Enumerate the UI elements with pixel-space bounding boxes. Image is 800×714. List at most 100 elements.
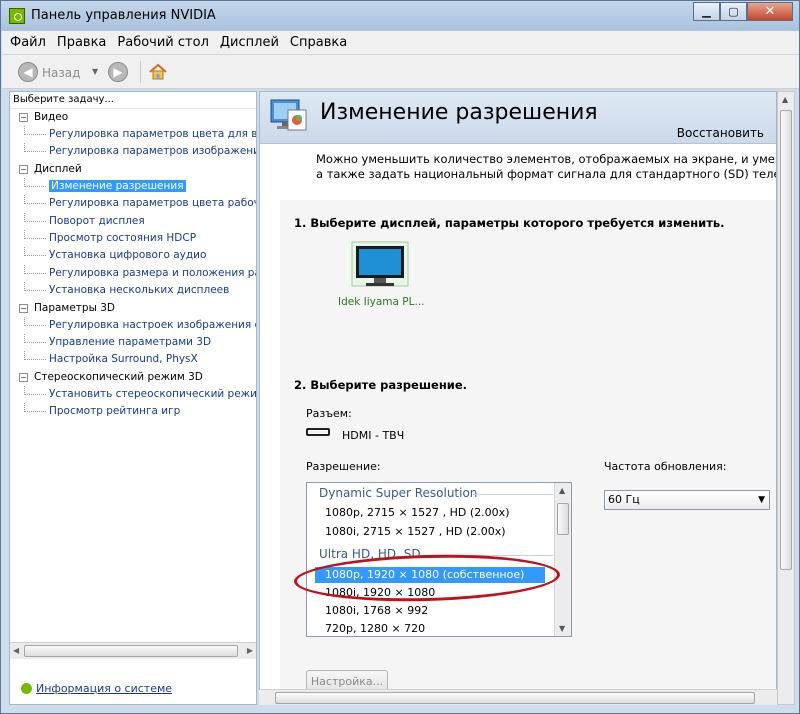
menu-display[interactable]: Дисплей — [218, 35, 281, 50]
tree-item-label: Установка нескольких дисплеев — [49, 284, 230, 297]
tree-connector — [24, 143, 46, 153]
scrollbar-thumb[interactable] — [780, 110, 792, 570]
nvidia-app-icon — [9, 8, 25, 24]
menu-desktop[interactable]: Рабочий стол — [115, 35, 210, 50]
description-line: а также задать национальный формат сигна… — [316, 167, 777, 181]
tree-item[interactable]: Регулировка параметров цвета рабочег — [10, 195, 256, 212]
forward-arrow-icon[interactable]: ▶ — [108, 62, 128, 82]
tree-connector — [24, 385, 46, 395]
tree-horizontal-scrollbar[interactable]: ◀ ▶ — [10, 642, 256, 659]
tree-connector — [24, 229, 46, 239]
close-button[interactable]: ✕ — [747, 2, 793, 21]
scroll-down-icon[interactable]: ▼ — [559, 624, 565, 633]
menu-help[interactable]: Справка — [288, 35, 349, 50]
window-title: Панель управления NVIDIA — [31, 8, 216, 23]
tree-item[interactable]: Настройка Surround, PhysX — [10, 351, 256, 368]
restore-defaults-link[interactable]: Восстановить — [677, 126, 764, 140]
collapse-icon[interactable]: − — [19, 164, 28, 174]
scrollbar-thumb[interactable] — [557, 503, 569, 535]
back-arrow-icon[interactable]: ◀ — [18, 62, 38, 82]
task-panel: Выберите задачу... − Видео Регулировка п… — [9, 91, 257, 705]
tree-item[interactable]: Управление параметрами 3D — [10, 333, 256, 351]
tree-item[interactable]: Установка нескольких дисплеев — [10, 282, 256, 299]
scroll-up-icon[interactable]: ▲ — [782, 95, 788, 104]
connector-label: Разъем: — [306, 407, 352, 420]
display-settings-icon — [270, 99, 307, 131]
tree-item[interactable]: Регулировка параметров цвета для вид — [10, 126, 256, 143]
display-name-label[interactable]: Idek Iiyama PL... — [338, 296, 425, 308]
collapse-icon[interactable]: − — [19, 372, 28, 382]
category-label: Параметры 3D — [34, 301, 115, 314]
tree-item[interactable]: Регулировка настроек изображения с п — [10, 316, 256, 334]
hdmi-connector-icon — [306, 428, 330, 436]
task-panel-header: Выберите задачу... — [13, 94, 114, 105]
tree-item[interactable]: Просмотр состояния HDCP — [10, 229, 256, 247]
tree-item-label: Регулировка параметров изображения , — [49, 145, 256, 158]
back-button-label[interactable]: Назад — [42, 66, 80, 80]
tree-category-stereoscopic-3d[interactable]: − Стереоскопический режим 3D — [10, 369, 256, 386]
refresh-rate-dropdown[interactable]: 60 Гц ▼ — [604, 490, 770, 510]
tree-connector — [24, 282, 46, 292]
resolution-row[interactable]: 720p, 1280 × 720 — [325, 622, 425, 635]
collapse-icon[interactable]: − — [19, 113, 28, 122]
tree-item-change-resolution[interactable]: Изменение разрешения — [10, 177, 256, 195]
system-info-link[interactable]: Информация о системе — [21, 682, 172, 695]
history-dropdown-icon[interactable]: ▼ — [92, 67, 98, 76]
tree-connector — [24, 195, 46, 205]
title-bar[interactable]: Панель управления NVIDIA ▁ ▢ ✕ — [1, 1, 799, 31]
tree-item[interactable]: Установка цифрового аудио — [10, 247, 256, 264]
tree-item[interactable]: Поворот дисплея — [10, 212, 256, 230]
tree-connector — [24, 212, 46, 222]
tree-item-label: Управление параметрами 3D — [49, 335, 212, 348]
tree-item-label: Регулировка параметров цвета рабочег — [49, 197, 256, 210]
menu-file[interactable]: Файл — [8, 35, 48, 50]
tree-item-label: Установка цифрового аудио — [49, 249, 207, 262]
tree-item-label: Настройка Surround, PhysX — [49, 353, 198, 366]
tree-item-label: Установить стереоскопический режим 3 — [49, 387, 256, 400]
content-vertical-scrollbar[interactable]: ▲ — [777, 91, 795, 705]
tree-item-label: Регулировка параметров цвета для вид — [49, 128, 256, 140]
tree-connector — [24, 333, 46, 343]
maximize-button[interactable]: ▢ — [720, 2, 747, 21]
tree-item[interactable]: Установить стереоскопический режим 3 — [10, 385, 256, 403]
page-description: Можно уменьшить количество элементов, от… — [316, 152, 776, 182]
resolution-label: Разрешение: — [306, 460, 381, 473]
tree-item[interactable]: Регулировка параметров изображения , — [10, 143, 256, 160]
tree-item-label: Просмотр состояния HDCP — [49, 231, 197, 244]
tree-connector — [24, 247, 46, 257]
tree-connector — [24, 264, 46, 274]
tree-connector — [24, 177, 46, 187]
tree-category-display[interactable]: − Дисплей — [10, 161, 256, 178]
resolution-row[interactable]: 1080p, 2715 × 1527 , HD (2.00x) — [325, 506, 509, 519]
tree-category-3d-settings[interactable]: − Параметры 3D — [10, 300, 256, 317]
scroll-left-icon[interactable]: ◀ — [13, 646, 19, 655]
resolution-row[interactable]: 1080i, 2715 × 1527 , HD (2.00x) — [325, 525, 506, 538]
page-title: Изменение разрешения — [320, 100, 598, 125]
scroll-up-icon[interactable]: ▲ — [559, 486, 565, 495]
minimize-button[interactable]: ▁ — [693, 2, 720, 21]
tree-category-video[interactable]: − Видео — [10, 109, 256, 126]
tree-item-label: Просмотр рейтинга игр — [49, 405, 181, 418]
tree-item-label: Поворот дисплея — [49, 214, 145, 227]
content-horizontal-scrollbar[interactable] — [259, 689, 777, 705]
tree-item[interactable]: Просмотр рейтинга игр — [10, 403, 256, 420]
home-icon[interactable] — [148, 62, 168, 82]
tree-connector — [24, 126, 46, 135]
tree-connector — [24, 403, 46, 413]
collapse-icon[interactable]: − — [19, 303, 28, 313]
resolution-row[interactable]: 1080i, 1768 × 992 — [325, 604, 428, 617]
category-label: Дисплей — [34, 162, 82, 175]
monitor-icon[interactable] — [350, 240, 410, 296]
scroll-right-icon[interactable]: ▶ — [247, 646, 253, 655]
task-tree: − Видео Регулировка параметров цвета для… — [10, 108, 256, 642]
tree-item[interactable]: Регулировка размера и положения рабо — [10, 264, 256, 282]
step-select-display-heading: 1. Выберите дисплей, параметры которого … — [294, 216, 725, 230]
tree-item-label: Регулировка настроек изображения с п — [49, 318, 256, 331]
listbox-scrollbar[interactable]: ▲ ▼ — [554, 483, 571, 636]
settings-area: 1. Выберите дисплей, параметры которого … — [280, 200, 776, 700]
tree-item-label: Изменение разрешения — [49, 179, 186, 192]
scrollbar-thumb[interactable] — [275, 692, 755, 704]
menu-edit[interactable]: Правка — [55, 35, 108, 50]
scrollbar-thumb[interactable] — [24, 645, 238, 657]
refresh-rate-value: 60 Гц — [608, 493, 640, 506]
